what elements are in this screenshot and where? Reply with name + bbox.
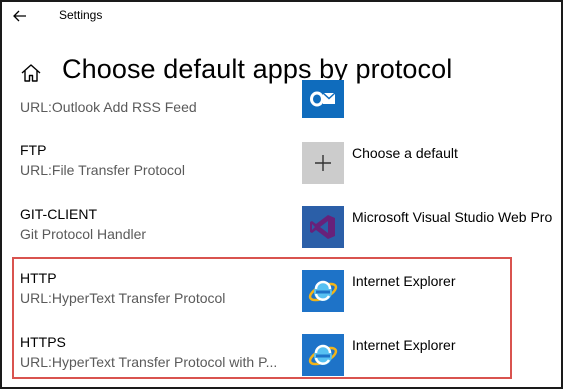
settings-window: Settings Choose default apps by protocol…	[0, 0, 563, 389]
internet-explorer-icon	[308, 280, 338, 302]
default-app-name[interactable]: Internet Explorer	[352, 337, 456, 353]
protocol-row-outlook-rss: URL:Outlook Add RSS Feed	[2, 80, 561, 146]
default-app-name[interactable]: Internet Explorer	[352, 273, 456, 289]
default-app-button[interactable]	[302, 334, 344, 376]
protocol-description: URL:HyperText Transfer Protocol with P..…	[20, 354, 278, 370]
protocol-name: HTTPS	[20, 334, 66, 350]
protocol-description: URL:HyperText Transfer Protocol	[20, 290, 226, 306]
page-title: Choose default apps by protocol	[62, 54, 453, 84]
protocol-description: Git Protocol Handler	[20, 226, 147, 242]
protocol-row-ftp: FTP URL:File Transfer Protocol Choose a …	[2, 140, 561, 200]
visual-studio-icon	[310, 215, 335, 239]
protocol-description: URL:File Transfer Protocol	[20, 162, 185, 178]
protocol-description: URL:Outlook Add RSS Feed	[20, 99, 197, 115]
protocol-row-git-client: GIT-CLIENT Git Protocol Handler Microsof…	[2, 204, 561, 264]
protocol-name: FTP	[20, 142, 47, 158]
protocol-name: HTTP	[20, 270, 57, 286]
window-title: Settings	[59, 8, 103, 22]
default-app-button[interactable]	[302, 80, 344, 118]
protocol-row-http: HTTP URL:HyperText Transfer Protocol Int…	[2, 268, 561, 328]
protocol-row-https: HTTPS URL:HyperText Transfer Protocol wi…	[2, 332, 561, 387]
page-header: Choose default apps by protocol	[2, 54, 561, 90]
default-app-button[interactable]	[302, 270, 344, 312]
back-arrow-icon	[13, 10, 26, 22]
protocol-name: GIT-CLIENT	[20, 206, 98, 222]
plus-icon	[315, 155, 331, 171]
default-app-button[interactable]	[302, 206, 344, 248]
default-app-name[interactable]: Microsoft Visual Studio Web Pro	[352, 209, 552, 225]
home-button[interactable]	[20, 62, 42, 84]
internet-explorer-icon	[308, 344, 338, 366]
outlook-icon	[310, 91, 336, 107]
choose-default-button[interactable]	[302, 142, 344, 184]
title-bar: Settings	[2, 2, 561, 32]
default-app-name[interactable]: Choose a default	[352, 145, 458, 161]
back-button[interactable]	[8, 5, 32, 27]
home-icon	[21, 64, 41, 82]
